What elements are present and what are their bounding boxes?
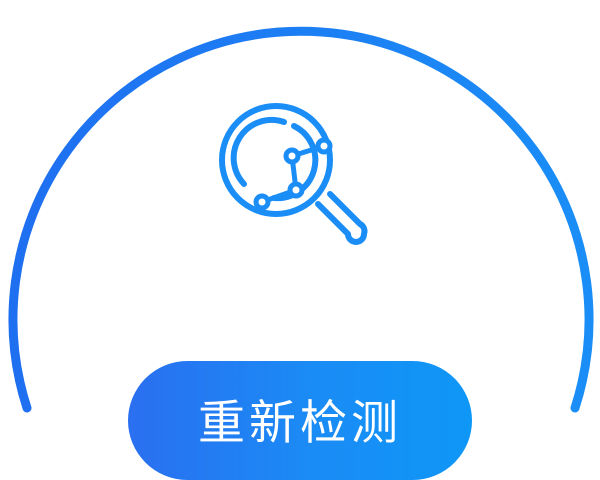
magnifier-network-scan-icon — [219, 103, 368, 245]
recheck-button-label: 重新检测 — [198, 396, 402, 451]
recheck-button[interactable]: 重新检测 — [128, 361, 472, 480]
